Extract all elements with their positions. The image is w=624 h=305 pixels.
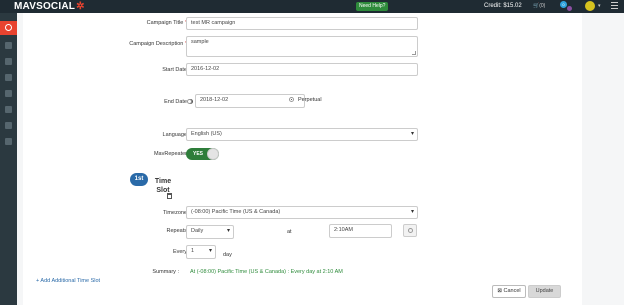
add-time-slot-link[interactable]: + Add Additional Time Slot xyxy=(36,277,100,285)
help-icon xyxy=(5,138,12,145)
secondary-badge xyxy=(567,6,572,11)
sidebar-item-dashboard[interactable] xyxy=(0,21,17,35)
sidebar-item-settings[interactable] xyxy=(0,103,17,117)
toggle-knob xyxy=(207,148,219,160)
sidebar-item-tags[interactable] xyxy=(0,55,17,69)
start-date-label: Start Date? xyxy=(63,66,193,74)
language-label: Language? xyxy=(63,131,193,139)
campaign-title-input[interactable]: test MR campaign xyxy=(186,17,418,30)
timezone-select[interactable]: (-08:00) Pacific Time (US & Canada) xyxy=(186,206,418,219)
mavrepeater-label: MavRepeater? xyxy=(63,150,193,158)
credit-balance: Credit: $15.02 xyxy=(484,3,522,9)
end-date-label: End Date? xyxy=(63,98,193,106)
clock-icon[interactable] xyxy=(403,224,417,237)
perpetual-label: Perpetual xyxy=(298,97,322,103)
notification-badge[interactable]: 0 xyxy=(560,1,567,8)
sidebar xyxy=(0,13,17,305)
campaign-description-label: Campaign Description *? xyxy=(63,40,193,48)
at-label: at xyxy=(287,229,292,235)
campaign-form-panel: Campaign Title *? test MR campaign Campa… xyxy=(23,13,582,305)
resize-handle-icon[interactable] xyxy=(412,51,416,55)
dashboard-icon xyxy=(5,24,12,31)
start-date-input[interactable]: 2016-12-02 xyxy=(186,63,418,76)
inbox-icon xyxy=(5,74,12,81)
perpetual-radio[interactable] xyxy=(289,97,294,102)
settings-icon xyxy=(5,106,12,113)
sidebar-item-inbox[interactable] xyxy=(0,71,17,85)
cancel-button[interactable]: ⊠ Cancel xyxy=(492,285,526,298)
timezone-label: Timezone? xyxy=(63,209,193,217)
edit-icon xyxy=(5,42,12,49)
every-label: Every? xyxy=(63,248,193,256)
analytics-icon xyxy=(5,90,12,97)
campaign-description-textarea[interactable]: sample xyxy=(186,36,418,57)
cart-link[interactable]: 🛒(0) xyxy=(533,1,545,12)
every-unit-label: day xyxy=(223,252,232,258)
summary-label: Summary : xyxy=(152,269,179,275)
tag-icon xyxy=(5,58,12,65)
repeats-select[interactable]: Daily xyxy=(186,225,234,239)
every-select[interactable]: 1 xyxy=(186,245,216,259)
users-icon xyxy=(5,122,12,129)
sidebar-item-help[interactable] xyxy=(0,135,17,149)
time-input[interactable]: 2:10AM xyxy=(329,224,392,238)
update-button[interactable]: Update xyxy=(528,285,561,298)
hamburger-menu-icon[interactable] xyxy=(611,2,618,10)
repeats-label: Repeats? xyxy=(63,227,193,235)
sidebar-item-analytics[interactable] xyxy=(0,87,17,101)
end-date-radio[interactable] xyxy=(187,99,192,104)
mavrepeater-toggle[interactable]: YES xyxy=(186,148,219,160)
sidebar-item-edit[interactable] xyxy=(0,39,17,53)
user-avatar[interactable] xyxy=(585,1,595,11)
slot-number-badge: 1st xyxy=(130,173,148,186)
need-help-button[interactable]: Need Help? xyxy=(356,2,389,11)
top-bar: MAVSOCIAL✲ Need Help? Credit: $15.02 🛒(0… xyxy=(0,0,624,13)
summary-value: At (-08:00) Pacific Time (US & Canada) :… xyxy=(190,269,343,275)
cancel-icon: ⊠ xyxy=(497,288,502,294)
chevron-down-icon[interactable]: ▾ xyxy=(598,1,601,12)
trash-icon[interactable] xyxy=(167,193,172,199)
logo-star-icon: ✲ xyxy=(76,1,85,12)
language-select[interactable]: English (US) xyxy=(186,128,418,141)
mavsocial-logo[interactable]: MAVSOCIAL✲ xyxy=(14,0,85,13)
campaign-title-label: Campaign Title *? xyxy=(63,19,193,27)
sidebar-item-users[interactable] xyxy=(0,119,17,133)
